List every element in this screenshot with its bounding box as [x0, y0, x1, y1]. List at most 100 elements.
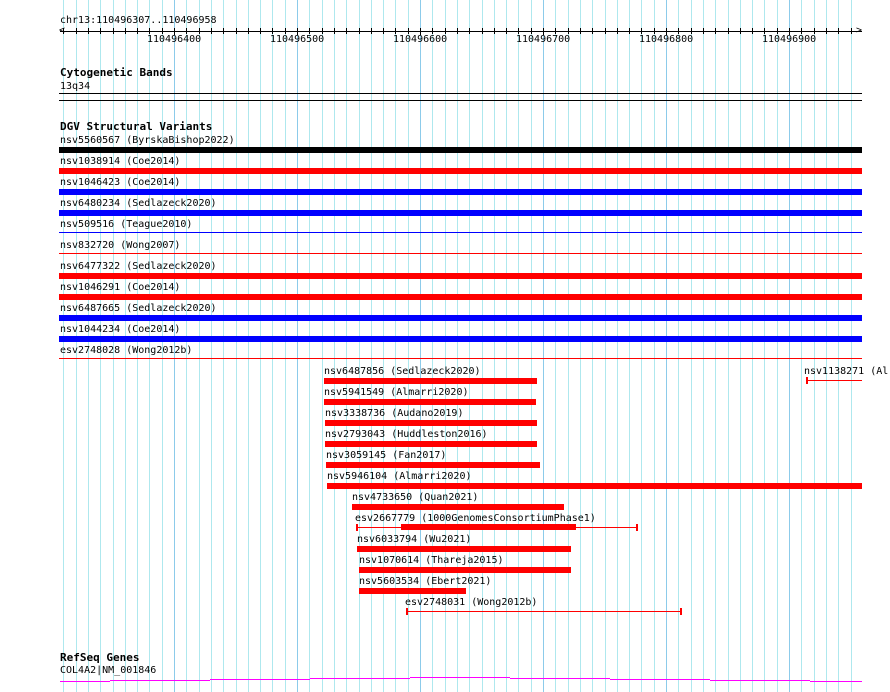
sv-end-tick: [680, 608, 682, 615]
grid-line: [272, 0, 273, 692]
sv-label[interactable]: nsv1044234 (Coe2014): [60, 324, 180, 335]
sv-label[interactable]: nsv1046423 (Coe2014): [60, 177, 180, 188]
sv-label[interactable]: nsv6480234 (Sedlazeck2020): [60, 198, 217, 209]
ruler-tick-label: 110496600: [393, 34, 448, 45]
sv-end-tick: [636, 524, 638, 531]
gene-segment[interactable]: [710, 680, 810, 681]
grid-line: [654, 0, 655, 692]
ruler-tick: [63, 28, 64, 34]
sv-bar[interactable]: [359, 588, 466, 594]
sv-label[interactable]: nsv1046291 (Coe2014): [60, 282, 180, 293]
ruler-tick: [248, 28, 249, 34]
sv-label[interactable]: nsv1038914 (Coe2014): [60, 156, 180, 167]
sv-bar[interactable]: [59, 294, 862, 300]
grid-line: [691, 0, 692, 692]
sv-bar[interactable]: [59, 273, 862, 279]
sv-bar[interactable]: [326, 462, 540, 468]
ruler-tick: [592, 28, 593, 34]
sv-bar[interactable]: [352, 504, 564, 510]
sv-label[interactable]: esv2667779 (1000GenomesConsortiumPhase1): [355, 513, 596, 524]
sv-label[interactable]: nsv6477322 (Sedlazeck2020): [60, 261, 217, 272]
sv-bar[interactable]: [401, 524, 576, 530]
cytoband-label: 13q34: [60, 81, 91, 92]
sv-label[interactable]: nsv6033794 (Wu2021): [357, 534, 471, 545]
sv-bar[interactable]: [59, 147, 862, 153]
gene-segment[interactable]: [110, 680, 210, 681]
sv-label[interactable]: nsv6487856 (Sedlazeck2020): [324, 366, 481, 377]
sv-bar[interactable]: [59, 210, 862, 216]
gene-label: COL4A2|NM_001846: [60, 665, 157, 676]
sv-label[interactable]: esv2748031 (Wong2012b): [405, 597, 537, 608]
grid-line: [309, 0, 310, 692]
right-arrow-icon[interactable]: >: [856, 25, 862, 36]
sv-bar[interactable]: [59, 358, 862, 359]
sv-bar[interactable]: [59, 168, 862, 174]
sv-bar[interactable]: [324, 399, 536, 405]
grid-line: [236, 0, 237, 692]
grid-line: [543, 0, 544, 692]
cytoband-line-top: [59, 93, 862, 94]
sv-label[interactable]: nsv5603534 (Ebert2021): [359, 576, 491, 587]
grid-line: [506, 0, 507, 692]
gene-segment[interactable]: [310, 678, 410, 679]
grid-line: [580, 0, 581, 692]
sv-label[interactable]: nsv2793043 (Huddleston2016): [325, 429, 488, 440]
ruler-tick-label: 110496700: [516, 34, 571, 45]
ruler-tick: [617, 28, 618, 34]
gene-segment[interactable]: [410, 677, 510, 678]
sv-end-tick: [806, 377, 808, 384]
dgv-track-title: DGV Structural Variants: [60, 120, 213, 133]
ruler-tick: [752, 28, 753, 34]
sv-bar[interactable]: [325, 420, 537, 426]
ruler-tick: [629, 28, 630, 34]
sv-bar[interactable]: [324, 378, 537, 384]
sv-bar[interactable]: [359, 567, 571, 573]
grid-line: [518, 0, 519, 692]
ruler-tick: [113, 28, 114, 34]
grid-line: [617, 0, 618, 692]
sv-bar[interactable]: [59, 189, 862, 195]
sv-line[interactable]: [806, 380, 862, 381]
grid-line: [764, 0, 765, 692]
sv-line[interactable]: [406, 611, 681, 612]
grid-line: [752, 0, 753, 692]
ruler-tick: [703, 28, 704, 34]
sv-label[interactable]: nsv3338736 (Audano2019): [325, 408, 463, 419]
sv-label[interactable]: nsv5560567 (ByrskaBishop2022): [60, 135, 235, 146]
ruler-tick: [125, 28, 126, 34]
sv-bar[interactable]: [59, 232, 862, 233]
sv-label[interactable]: nsv5946104 (Almarri2020): [327, 471, 472, 482]
sv-label[interactable]: nsv6487665 (Sedlazeck2020): [60, 303, 217, 314]
gene-segment[interactable]: [210, 679, 310, 680]
gene-segment[interactable]: [60, 681, 110, 682]
sv-bar[interactable]: [59, 315, 862, 321]
ruler-tick: [457, 28, 458, 34]
sv-label[interactable]: nsv1138271 (Al: [804, 366, 888, 377]
ruler-tick: [359, 28, 360, 34]
sv-bar[interactable]: [59, 336, 862, 342]
sv-bar[interactable]: [327, 483, 862, 489]
sv-label[interactable]: nsv3059145 (Fan2017): [326, 450, 446, 461]
gene-segment[interactable]: [610, 679, 710, 680]
grid-line: [199, 0, 200, 692]
sv-label[interactable]: esv2748028 (Wong2012b): [60, 345, 192, 356]
sv-label[interactable]: nsv4733650 (Quan2021): [352, 492, 478, 503]
sv-label[interactable]: nsv5941549 (Almarri2020): [324, 387, 469, 398]
sv-bar[interactable]: [59, 253, 862, 254]
sv-bar[interactable]: [357, 546, 571, 552]
sv-label[interactable]: nsv1070614 (Thareja2015): [359, 555, 504, 566]
gene-segment[interactable]: [810, 681, 862, 682]
ruler-tick: [383, 28, 384, 34]
ruler-tick: [100, 28, 101, 34]
grid-line: [777, 0, 778, 692]
ruler-tick: [605, 28, 606, 34]
sv-end-tick: [406, 608, 408, 615]
ruler-tick: [346, 28, 347, 34]
ruler-tick: [728, 28, 729, 34]
gene-segment[interactable]: [510, 678, 610, 679]
grid-line: [728, 0, 729, 692]
ruler-tick-label: 110496500: [270, 34, 325, 45]
sv-label[interactable]: nsv509516 (Teague2010): [60, 219, 192, 230]
sv-label[interactable]: nsv832720 (Wong2007): [60, 240, 180, 251]
sv-bar[interactable]: [325, 441, 537, 447]
